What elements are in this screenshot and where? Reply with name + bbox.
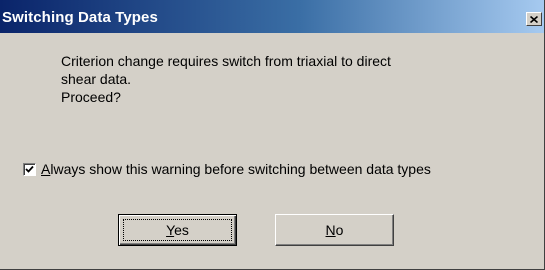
checkmark-icon <box>25 165 34 174</box>
dialog-title: Switching Data Types <box>2 9 158 26</box>
yes-button[interactable]: Yes <box>118 214 237 246</box>
message-line-3: Proceed? <box>61 89 121 105</box>
title-bar[interactable]: Switching Data Types <box>0 0 544 33</box>
checkbox-label-text: lways show this warning before switching… <box>50 161 431 177</box>
always-show-warning-label[interactable]: Always show this warning before switchin… <box>41 161 431 177</box>
yes-button-label: Yes <box>166 222 189 238</box>
close-button[interactable] <box>526 12 542 26</box>
yes-mnemonic: Y <box>166 222 175 238</box>
message-line-2: shear data. <box>61 71 132 87</box>
message-text: Criterion change requires switch from tr… <box>61 52 481 106</box>
message-line-1: Criterion change requires switch from tr… <box>61 53 391 69</box>
checkbox-mnemonic: A <box>41 161 51 177</box>
dialog-window: Switching Data Types Criterion change re… <box>0 0 545 270</box>
no-button-label: No <box>326 222 344 238</box>
always-show-warning-checkbox[interactable] <box>23 162 36 176</box>
no-mnemonic: N <box>325 222 336 238</box>
no-label-rest: o <box>335 222 344 238</box>
yes-label-rest: es <box>174 222 189 238</box>
no-button[interactable]: No <box>275 214 394 246</box>
close-icon <box>530 15 538 23</box>
always-show-warning-option[interactable]: Always show this warning before switchin… <box>23 160 431 178</box>
